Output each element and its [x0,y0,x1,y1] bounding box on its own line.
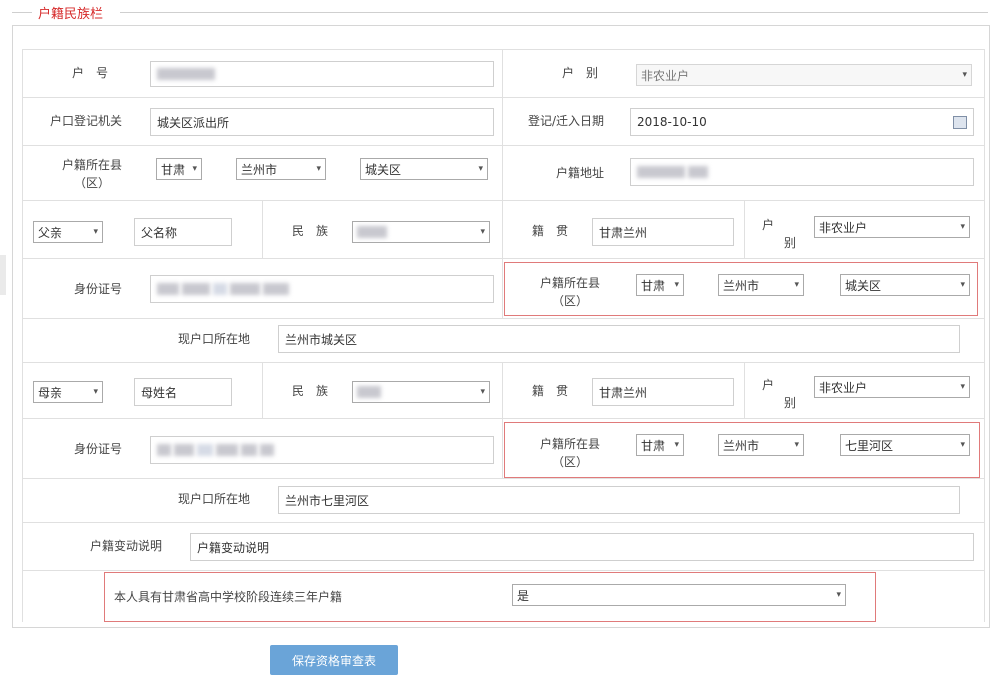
chevron-down-icon: ▾ [93,387,98,397]
mother-native-label: 籍 贯 [531,384,568,398]
mother-hukou-type-label: 户别 [762,378,796,410]
reg-date-input[interactable]: 2018-10-10 [630,108,974,136]
chevron-down-icon: ▾ [960,280,965,290]
chevron-down-icon: ▾ [960,222,965,232]
father-province-select[interactable]: 甘肃 ▾ [636,274,684,296]
household-address-label: 户籍地址 [555,166,604,180]
mother-current-input[interactable]: 兰州市七里河区 [278,486,960,514]
hukou-no-label: 户 号 [71,66,108,80]
father-county-label: 户籍所在县（区） [539,276,600,308]
household-province-select[interactable]: 甘肃 ▾ [156,158,202,180]
chevron-down-icon: ▾ [962,70,967,80]
father-native-input[interactable]: 甘肃兰州 [592,218,734,246]
father-ethnicity-select[interactable]: ▾ [352,221,490,243]
highschool-select[interactable]: 是 ▾ [512,584,846,606]
mother-county-label: 户籍所在县（区） [539,437,600,469]
mother-city-select[interactable]: 兰州市 ▾ [718,434,804,456]
father-id-input[interactable] [150,275,494,303]
mother-current-label: 现户口所在地 [177,492,250,506]
household-city-select[interactable]: 兰州市 ▾ [236,158,326,180]
section-title: 户籍民族栏 [38,7,104,22]
household-county-label: 户籍所在县（区） [61,158,122,190]
mother-ethnicity-label: 民 族 [291,384,328,398]
father-city-select[interactable]: 兰州市 ▾ [718,274,804,296]
household-district-select[interactable]: 城关区 ▾ [360,158,488,180]
reg-office-label: 户口登记机关 [49,114,122,128]
calendar-icon[interactable] [953,115,967,129]
mother-native-input[interactable]: 甘肃兰州 [592,378,734,406]
chevron-down-icon: ▾ [960,440,965,450]
chevron-down-icon: ▾ [316,164,321,174]
chevron-down-icon: ▾ [836,590,841,600]
chevron-down-icon: ▾ [478,164,483,174]
mother-id-label: 身份证号 [73,442,122,456]
chevron-down-icon: ▾ [794,280,799,290]
hukou-type-label: 户 别 [561,66,598,80]
mother-district-select[interactable]: 七里河区 ▾ [840,434,970,456]
father-relation-select[interactable]: 父亲 ▾ [33,221,103,243]
chevron-down-icon: ▾ [960,382,965,392]
mother-name-input[interactable]: 母姓名 [134,378,232,406]
mother-id-input[interactable] [150,436,494,464]
save-button[interactable]: 保存资格审查表 [270,645,398,675]
mother-ethnicity-select[interactable]: ▾ [352,381,490,403]
mother-relation-select[interactable]: 母亲 ▾ [33,381,103,403]
chevron-down-icon: ▾ [674,440,679,450]
hukou-no-input[interactable] [150,61,494,87]
household-address-input[interactable] [630,158,974,186]
reg-date-label: 登记/迁入日期 [527,114,605,128]
chevron-down-icon: ▾ [674,280,679,290]
chevron-down-icon: ▾ [480,227,485,237]
father-district-select[interactable]: 城关区 ▾ [840,274,970,296]
father-native-label: 籍 贯 [531,224,568,238]
reg-office-input[interactable]: 城关区派出所 [150,108,494,136]
mother-province-select[interactable]: 甘肃 ▾ [636,434,684,456]
father-id-label: 身份证号 [73,282,122,296]
mother-hukou-type-select[interactable]: 非农业户 ▾ [814,376,970,398]
chevron-down-icon: ▾ [93,227,98,237]
highschool-label: 本人具有甘肃省高中学校阶段连续三年户籍 [114,590,343,604]
hukou-type-select[interactable]: 非农业户 ▾ [636,64,972,86]
chevron-down-icon: ▾ [794,440,799,450]
chevron-down-icon: ▾ [192,164,197,174]
father-hukou-type-select[interactable]: 非农业户 ▾ [814,216,970,238]
father-current-input[interactable]: 兰州市城关区 [278,325,960,353]
chevron-down-icon: ▾ [480,387,485,397]
father-ethnicity-label: 民 族 [291,224,328,238]
side-tab-handle[interactable] [0,255,6,295]
change-input[interactable]: 户籍变动说明 [190,533,974,561]
change-label: 户籍变动说明 [89,539,162,553]
father-current-label: 现户口所在地 [177,332,250,346]
father-name-input[interactable]: 父名称 [134,218,232,246]
father-hukou-type-label: 户别 [762,218,796,250]
